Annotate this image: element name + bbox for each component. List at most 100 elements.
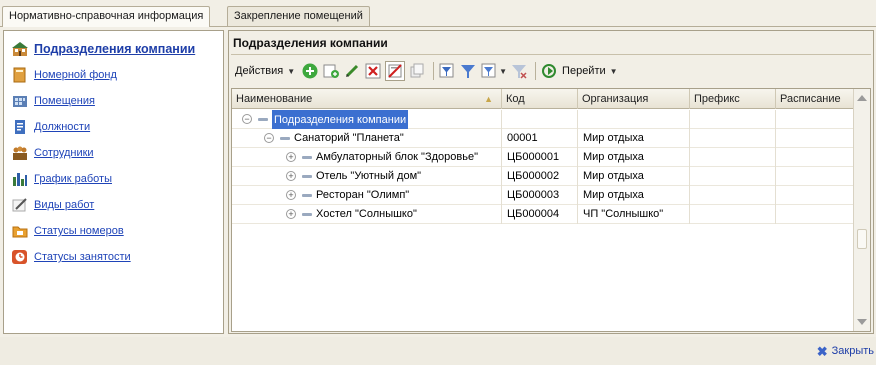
table-cell-schedule — [776, 167, 854, 186]
nav-item-label: Номерной фонд — [34, 69, 117, 81]
scroll-up-arrow-icon[interactable] — [857, 95, 867, 101]
nav-item-schedule[interactable]: График работы — [12, 169, 112, 189]
table-cell-name: + Хостел "Солнышко" — [232, 205, 502, 224]
column-header-schedule[interactable]: Расписание — [776, 89, 854, 109]
table-cell-org: Мир отдыха — [578, 148, 690, 167]
filter-by-value-button[interactable] — [459, 61, 477, 81]
add-icon — [301, 62, 319, 80]
add-group-icon — [322, 62, 340, 80]
column-header-name[interactable]: Наименование ▲ — [232, 89, 502, 109]
close-icon: ✖ — [816, 343, 828, 359]
row-name-text: Ресторан "Олимп" — [316, 189, 410, 201]
table-cell-schedule — [776, 186, 854, 205]
edit-button[interactable] — [343, 61, 361, 81]
nav-item-label: Должности — [34, 121, 91, 133]
nav-item-employees[interactable]: Сотрудники — [12, 143, 94, 163]
collapse-icon[interactable]: − — [264, 133, 274, 143]
table-row[interactable]: + Отель "Уютный дом" ЦБ000002 Мир отдыха — [232, 167, 854, 186]
nav-item-positions[interactable]: Должности — [12, 117, 90, 137]
nav-item-label: Помещения — [34, 95, 95, 107]
chevron-down-icon: ▼ — [287, 66, 296, 76]
table-cell-prefix — [690, 129, 776, 148]
table-cell-schedule — [776, 110, 854, 129]
nav-item-departments[interactable]: Подразделения компании — [12, 39, 195, 59]
add-button[interactable] — [301, 61, 319, 81]
goto-arrow-icon — [540, 62, 558, 80]
clear-filter-button[interactable] — [510, 61, 528, 81]
add-group-button[interactable] — [322, 61, 340, 81]
actions-label: Действия — [235, 65, 284, 77]
footer-bar: ✖ Закрыть — [0, 337, 876, 365]
table-row[interactable]: + Амбулаторный блок "Здоровье" ЦБ000001 Мир… — [232, 148, 854, 167]
filter-settings-icon — [438, 62, 456, 80]
table-header: Наименование ▲ Код Организация Префикс Р… — [232, 89, 870, 109]
table-cell-name: + Отель "Уютный дом" — [232, 167, 502, 186]
actions-menu-button[interactable]: Действия ▼ — [231, 61, 298, 81]
toolbar: Действия ▼ ▼ Перейти ▼ — [231, 58, 621, 84]
group-icon — [302, 175, 312, 178]
goto-menu-button[interactable]: Перейти ▼ — [540, 61, 618, 81]
expand-icon[interactable]: + — [286, 190, 296, 200]
nav-item-room-fund[interactable]: Номерной фонд — [12, 65, 117, 85]
toolbar-separator — [433, 62, 435, 80]
table-cell-org: Мир отдыха — [578, 129, 690, 148]
collapse-icon[interactable]: − — [242, 114, 252, 124]
table-row[interactable]: − Санаторий "Планета" 00001 Мир отдыха — [232, 129, 854, 148]
table-cell-code: ЦБ000001 — [502, 148, 578, 167]
tab-reference-info[interactable]: Нормативно-справочная информация — [2, 6, 211, 27]
filter-history-button[interactable]: ▼ — [480, 61, 507, 81]
filter-history-icon — [480, 62, 498, 80]
nav-item-room-statuses[interactable]: Статусы номеров — [12, 221, 124, 241]
nav-item-rooms[interactable]: Помещения — [12, 91, 95, 111]
table-cell-org: Мир отдыха — [578, 186, 690, 205]
sort-ascending-icon: ▲ — [484, 94, 493, 104]
nav-item-label: Сотрудники — [34, 147, 94, 159]
table-cell-schedule — [776, 129, 854, 148]
table-cell-schedule — [776, 205, 854, 224]
expand-icon[interactable]: + — [286, 152, 296, 162]
clear-filter-icon — [510, 62, 528, 80]
scroll-down-arrow-icon[interactable] — [857, 319, 867, 325]
nav-item-work-types[interactable]: Виды работ — [12, 195, 94, 215]
table-row[interactable]: + Хостел "Солнышко" ЦБ000004 ЧП "Солнышко" — [232, 205, 854, 224]
group-icon — [302, 213, 312, 216]
nav-item-label: Подразделения компании — [34, 42, 196, 56]
table-cell-code: ЦБ000003 — [502, 186, 578, 205]
filter-button[interactable] — [438, 61, 456, 81]
employees-icon — [12, 145, 28, 161]
expand-icon[interactable]: + — [286, 171, 296, 181]
close-button[interactable]: ✖ Закрыть — [816, 343, 874, 359]
table-row[interactable]: + Ресторан "Олимп" ЦБ000003 Мир отдыха — [232, 186, 854, 205]
tab-room-assignment[interactable]: Закрепление помещений — [227, 6, 370, 26]
nav-item-occupancy-statuses[interactable]: Статусы занятости — [12, 247, 131, 267]
chevron-down-icon: ▼ — [609, 66, 618, 76]
departments-table[interactable]: Наименование ▲ Код Организация Префикс Р… — [231, 88, 871, 332]
divider — [231, 54, 871, 55]
table-cell-prefix — [690, 205, 776, 224]
column-header-code[interactable]: Код — [502, 89, 578, 109]
vertical-scrollbar[interactable] — [853, 89, 870, 331]
expand-icon[interactable]: + — [286, 209, 296, 219]
group-icon — [258, 118, 268, 121]
navigation-panel: Подразделения компании Номерной фонд Пом… — [3, 30, 224, 334]
column-header-prefix[interactable]: Префикс — [690, 89, 776, 109]
toolbar-separator — [535, 62, 537, 80]
mark-delete-icon — [386, 62, 404, 80]
row-name-text: Санаторий "Планета" — [294, 132, 404, 144]
column-header-organization[interactable]: Организация — [578, 89, 690, 109]
group-icon — [302, 194, 312, 197]
mark-delete-button[interactable] — [385, 61, 406, 81]
table-cell-org — [578, 110, 690, 129]
positions-icon — [12, 119, 28, 135]
row-name-text: Отель "Уютный дом" — [316, 170, 422, 182]
filter-icon — [459, 62, 477, 80]
copy-icon — [408, 62, 426, 80]
table-cell-org: Мир отдыха — [578, 167, 690, 186]
delete-button[interactable] — [364, 61, 382, 81]
table-cell-prefix — [690, 186, 776, 205]
table-row[interactable]: − Подразделения компании — [232, 110, 854, 129]
scroll-thumb[interactable] — [857, 229, 867, 249]
copy-button[interactable] — [408, 61, 426, 81]
group-icon — [280, 137, 290, 140]
row-name-text: Хостел "Солнышко" — [316, 208, 417, 220]
